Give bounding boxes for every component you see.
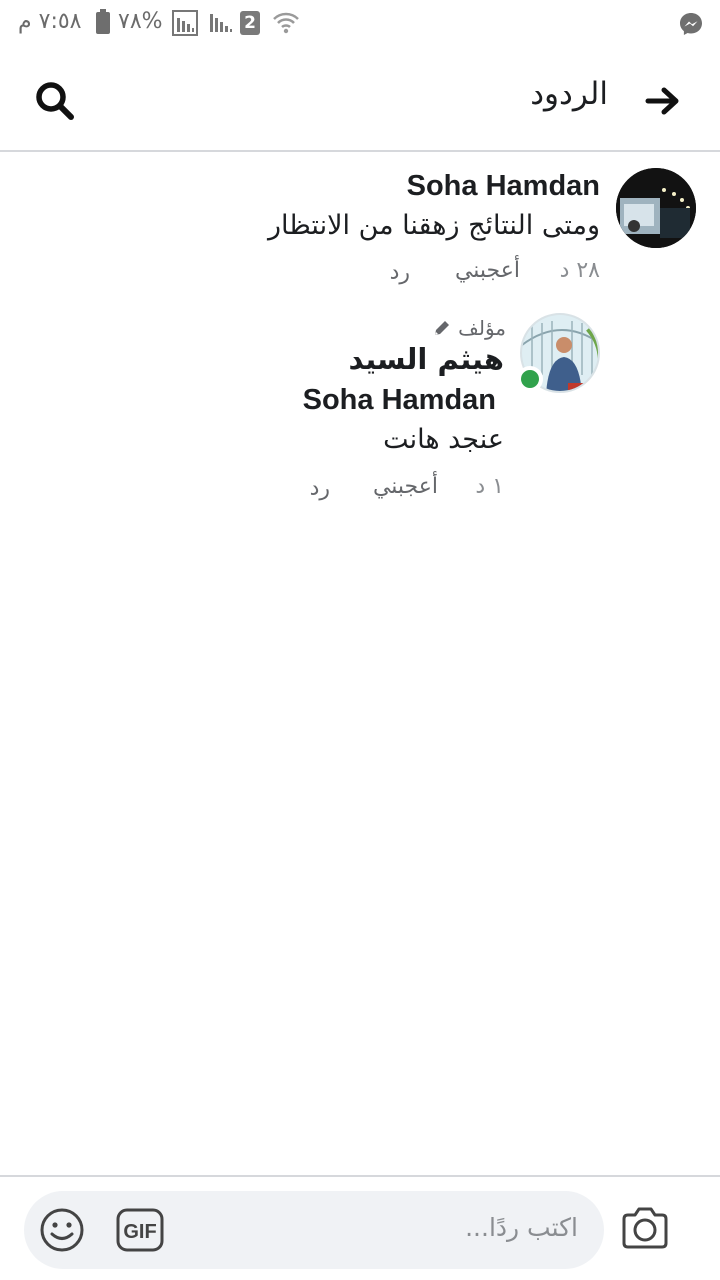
profile-photo (616, 168, 696, 248)
avatar[interactable] (616, 168, 696, 248)
composer-bar: GIF اكتب ردًا... (0, 1175, 720, 1280)
reply-input-placeholder: اكتب ردًا... (465, 1213, 578, 1242)
author-badge-label: مؤلف (458, 316, 506, 340)
comment-author[interactable]: Soha Hamdan (407, 170, 600, 203)
search-icon (36, 82, 74, 120)
signal-icon (210, 14, 232, 32)
comment-like-button[interactable]: أعجبني (455, 258, 520, 283)
reply-input[interactable]: GIF اكتب ردًا... (24, 1191, 604, 1269)
page-title: الردود (530, 76, 608, 112)
battery-percent: %٧٨ (118, 9, 163, 34)
battery-icon (96, 9, 110, 34)
reply-mention[interactable]: Soha Hamdan (303, 384, 496, 417)
pencil-icon (435, 321, 450, 335)
wifi-icon (273, 12, 299, 34)
signal-icon (172, 10, 198, 36)
status-time: ٧:٥٨ م (18, 9, 82, 34)
status-bar: ٧:٥٨ م %٧٨ 2 (0, 0, 720, 48)
gif-icon[interactable]: GIF (116, 1208, 164, 1252)
reply-like-button[interactable]: أعجبني (373, 474, 438, 499)
back-button[interactable] (640, 78, 686, 124)
emoji-icon[interactable] (38, 1206, 86, 1254)
comment-text: ومتى النتائج زهقنا من الانتظار (268, 210, 600, 241)
comment-reply-button[interactable]: رد (390, 260, 410, 285)
svg-text:GIF: GIF (123, 1221, 156, 1243)
reply-reply-button[interactable]: رد (310, 476, 330, 501)
reply-author[interactable]: هيثم السيد (348, 342, 504, 376)
reply-text: عنجد هانت (383, 424, 504, 455)
reply-time: ١ د (475, 474, 504, 499)
arrow-right-icon (645, 87, 679, 115)
sim-icon: 2 (240, 11, 260, 35)
comment-time: ٢٨ د (559, 258, 600, 283)
author-badge: مؤلف (432, 316, 506, 340)
online-status-indicator (517, 366, 543, 392)
camera-icon[interactable] (620, 1203, 670, 1253)
search-button[interactable] (30, 76, 80, 126)
header: الردود (0, 48, 720, 152)
messenger-icon (680, 13, 702, 35)
